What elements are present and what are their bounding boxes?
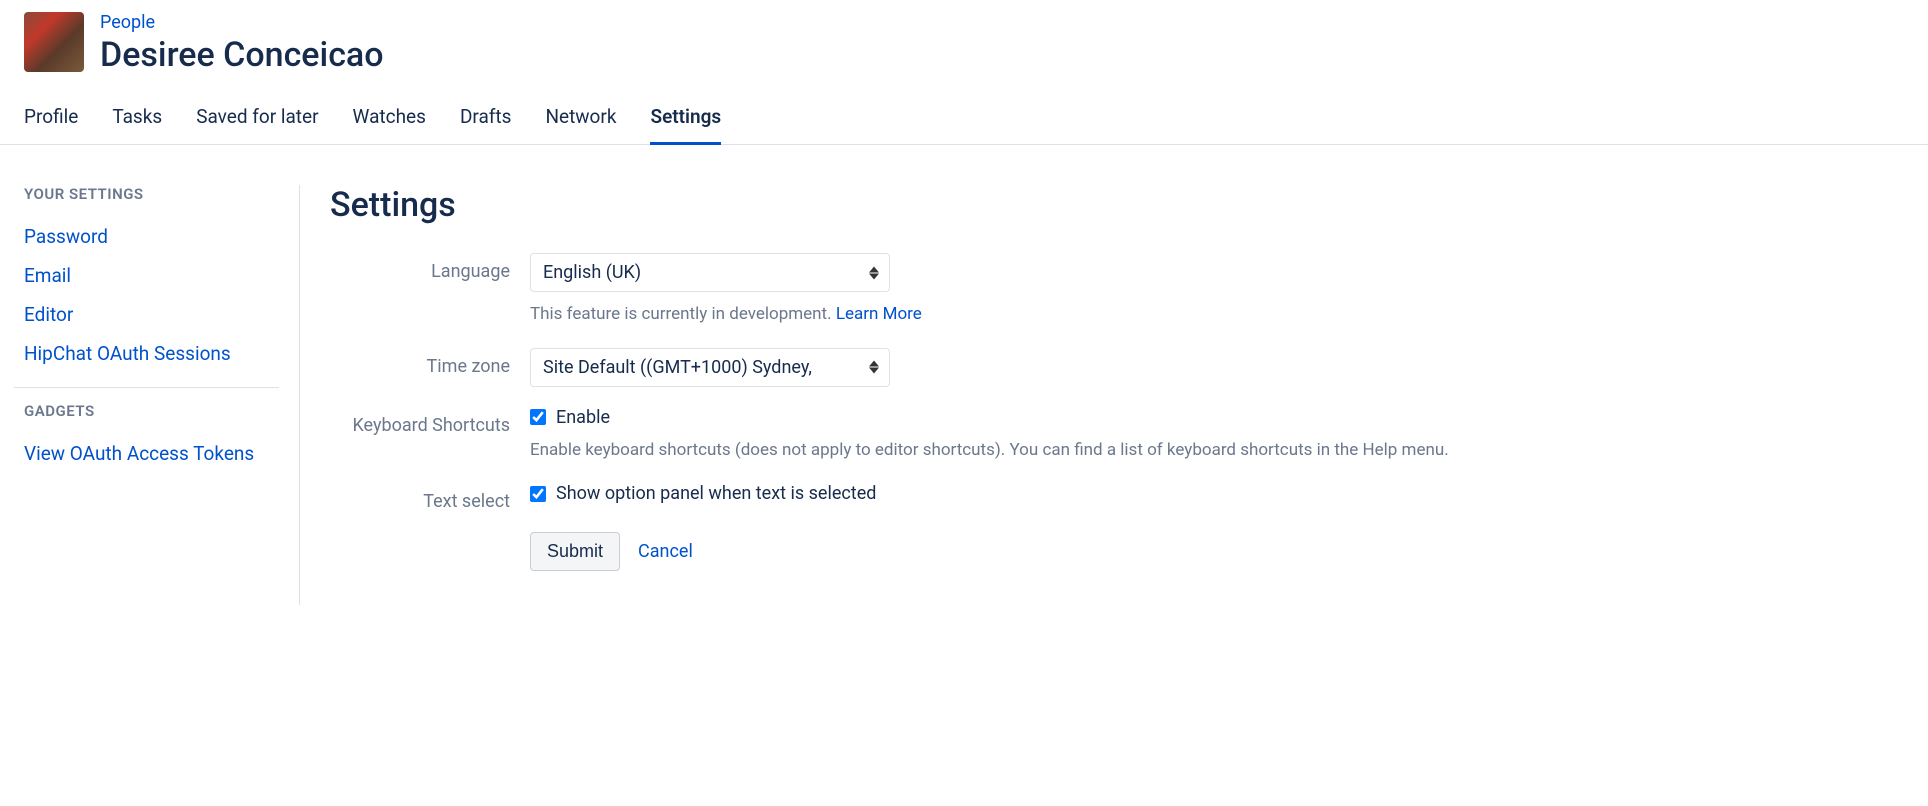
sidebar-item-email[interactable]: Email [14, 256, 279, 295]
breadcrumb-people[interactable]: People [100, 12, 384, 33]
main: Settings Language English (UK) This feat… [300, 185, 1928, 605]
tabs: Profile Tasks Saved for later Watches Dr… [0, 75, 1928, 145]
sidebar: YOUR SETTINGS Password Email Editor HipC… [0, 185, 300, 605]
label-actions-spacer [330, 532, 530, 540]
row-timezone: Time zone Site Default ((GMT+1000) Sydne… [330, 348, 1898, 387]
row-language: Language English (UK) This feature is cu… [330, 253, 1898, 328]
language-help-text-content: This feature is currently in development… [530, 304, 836, 324]
language-select-value: English (UK) [543, 262, 641, 283]
language-select[interactable]: English (UK) [530, 253, 890, 292]
tab-profile[interactable]: Profile [24, 105, 78, 145]
sidebar-item-view-oauth-tokens[interactable]: View OAuth Access Tokens [14, 434, 279, 473]
content: YOUR SETTINGS Password Email Editor HipC… [0, 145, 1928, 605]
sidebar-divider [14, 387, 279, 388]
tab-tasks[interactable]: Tasks [112, 105, 162, 145]
sidebar-item-password[interactable]: Password [14, 217, 279, 256]
text-select-checkbox-label: Show option panel when text is selected [556, 483, 876, 504]
avatar [24, 12, 84, 72]
label-language: Language [330, 253, 530, 282]
submit-button[interactable]: Submit [530, 532, 620, 571]
sidebar-section-your-settings: YOUR SETTINGS [14, 185, 279, 203]
sidebar-section-gadgets: GADGETS [14, 402, 279, 420]
learn-more-link[interactable]: Learn More [836, 304, 922, 324]
label-keyboard-shortcuts: Keyboard Shortcuts [330, 407, 530, 436]
tab-watches[interactable]: Watches [353, 105, 426, 145]
user-name: Desiree Conceicao [100, 35, 384, 75]
timezone-select-value: Site Default ((GMT+1000) Sydney, [543, 357, 812, 378]
tab-saved-for-later[interactable]: Saved for later [196, 105, 318, 145]
page-header: People Desiree Conceicao [0, 0, 1928, 75]
timezone-select[interactable]: Site Default ((GMT+1000) Sydney, [530, 348, 890, 387]
keyboard-shortcuts-help-text: Enable keyboard shortcuts (does not appl… [530, 438, 1898, 464]
cancel-link[interactable]: Cancel [638, 541, 693, 562]
label-timezone: Time zone [330, 348, 530, 377]
header-text: People Desiree Conceicao [100, 12, 384, 75]
keyboard-shortcuts-checkbox[interactable] [530, 409, 546, 425]
select-arrows-icon [869, 266, 879, 279]
tab-network[interactable]: Network [545, 105, 616, 145]
row-text-select: Text select Show option panel when text … [330, 483, 1898, 512]
tab-drafts[interactable]: Drafts [460, 105, 512, 145]
tab-settings[interactable]: Settings [650, 105, 721, 145]
page-title: Settings [330, 185, 1898, 225]
keyboard-shortcuts-checkbox-label: Enable [556, 407, 610, 428]
sidebar-item-hipchat-oauth[interactable]: HipChat OAuth Sessions [14, 334, 279, 373]
select-arrows-icon [869, 361, 879, 374]
row-keyboard-shortcuts: Keyboard Shortcuts Enable Enable keyboar… [330, 407, 1898, 464]
row-actions: Submit Cancel [330, 532, 1898, 571]
text-select-checkbox[interactable] [530, 486, 546, 502]
label-text-select: Text select [330, 483, 530, 512]
language-help-text: This feature is currently in development… [530, 302, 1898, 328]
sidebar-item-editor[interactable]: Editor [14, 295, 279, 334]
